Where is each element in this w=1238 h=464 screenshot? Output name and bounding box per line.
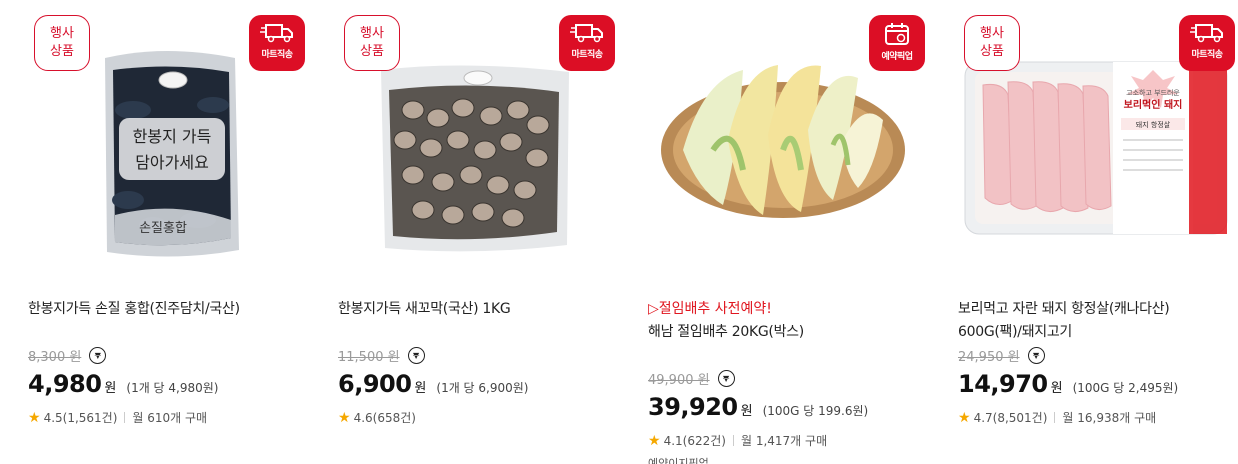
unit-price: (1개 당 6,900원) <box>436 381 529 395</box>
event-badge-line1: 행사 <box>50 26 74 41</box>
rating-value: 4.1(622건) <box>663 434 726 448</box>
delivery-truck-icon <box>570 24 603 43</box>
event-badge-line1: 행사 <box>980 26 1004 41</box>
bag-text-line2: 담아가세요 <box>135 153 209 172</box>
star-icon: ★ <box>338 409 351 426</box>
price-currency: 원 <box>414 381 427 396</box>
star-icon: ★ <box>958 409 971 426</box>
price-value: 39,920 <box>648 393 738 421</box>
product-name[interactable]: 보리먹고 자란 돼지 항정살(캐나다산) 600G(팩)/돼지고기 <box>958 298 1228 344</box>
label-line3: 돼지 항정살 <box>1136 120 1171 129</box>
price-value: 6,900 <box>338 370 412 398</box>
delivery-truck-icon <box>260 24 293 43</box>
unit-price: (100G 당 2,495원) <box>1072 381 1179 395</box>
product-name[interactable]: 한봉지가득 새꼬막(국산) 1KG <box>338 298 608 321</box>
rating-value: 4.5(1,561건) <box>43 411 118 425</box>
delivery-truck-icon <box>1190 24 1223 43</box>
original-price: 11,500 원 ▼ <box>338 346 425 365</box>
sale-price: 39,920 원 (100G 당 199.6원) <box>648 393 868 421</box>
reservation-pickup-badge: 예약픽업 <box>869 15 925 71</box>
monthly-purchases: 월 610개 구매 <box>132 411 208 425</box>
pickup-tag: 예약이지픽업 <box>648 457 709 464</box>
mart-delivery-badge: 마트직송 <box>1179 15 1235 71</box>
divider <box>124 412 126 423</box>
event-product-badge: 행사 상품 <box>344 15 400 71</box>
event-badge-line2: 상품 <box>50 44 74 59</box>
original-price-value: 49,900 원 <box>648 373 710 388</box>
mart-delivery-badge: 마트직송 <box>249 15 305 71</box>
pickup-badge-label: 예약픽업 <box>881 52 913 62</box>
monthly-purchases: 월 1,417개 구매 <box>740 434 828 448</box>
product-card-cockle[interactable]: 행사 상품 마트직송 한봉지가득 새꼬막(국산) 1KG 11,500 원 ▼ … <box>333 0 615 464</box>
original-price: 8,300 원 ▼ <box>28 346 107 365</box>
rating-row: ★ 4.6(658건) <box>338 409 416 426</box>
event-badge-line2: 상품 <box>980 44 1004 59</box>
price-info-button[interactable]: ▼ <box>407 347 425 364</box>
promo-text[interactable]: ▷절임배추 사전예약! <box>648 298 772 318</box>
product-card-pork[interactable]: 고소하고 부드러운 보리먹인 돼지 돼지 항정살 행사 상품 마트직송 보리먹고… <box>953 0 1235 464</box>
calendar-icon <box>885 23 909 45</box>
sale-price: 4,980 원 (1개 당 4,980원) <box>28 370 219 398</box>
sale-price: 14,970 원 (100G 당 2,495원) <box>958 370 1178 398</box>
event-badge-line1: 행사 <box>360 26 384 41</box>
bag-bottom-text: 손질홍합 <box>139 221 187 236</box>
original-price: 49,900 원 ▼ <box>648 369 735 388</box>
label-line1: 고소하고 부드러운 <box>1126 88 1180 97</box>
rating-row: ★ 4.5(1,561건) 월 610개 구매 <box>28 409 207 426</box>
product-name[interactable]: 한봉지가득 손질 홍합(진주담치/국산) <box>28 298 298 321</box>
delivery-badge-label: 마트직송 <box>571 50 603 60</box>
divider <box>732 435 734 446</box>
price-currency: 원 <box>740 404 753 419</box>
mart-delivery-badge: 마트직송 <box>559 15 615 71</box>
original-price-value: 8,300 원 <box>28 350 82 365</box>
product-card-mussel[interactable]: 한봉지 가득 담아가세요 손질홍합 행사 상품 마트직송 한봉지가득 손질 홍합… <box>23 0 305 464</box>
label-line2: 보리먹인 돼지 <box>1124 98 1183 111</box>
price-info-button[interactable]: ▼ <box>89 347 107 364</box>
event-badge-line2: 상품 <box>360 44 384 59</box>
star-icon: ★ <box>28 409 41 426</box>
product-image[interactable]: 한봉지 가득 담아가세요 손질홍합 행사 상품 마트직송 <box>23 0 305 270</box>
price-info-button[interactable]: ▼ <box>717 370 735 387</box>
sale-price: 6,900 원 (1개 당 6,900원) <box>338 370 529 398</box>
unit-price: (1개 당 4,980원) <box>126 381 219 395</box>
event-product-badge: 행사 상품 <box>34 15 90 71</box>
monthly-purchases: 월 16,938개 구매 <box>1062 411 1157 425</box>
price-currency: 원 <box>104 381 117 396</box>
delivery-badge-label: 마트직송 <box>261 50 293 60</box>
price-info-button[interactable]: ▼ <box>1027 347 1045 364</box>
rating-value: 4.6(658건) <box>353 411 416 425</box>
product-image[interactable]: 고소하고 부드러운 보리먹인 돼지 돼지 항정살 행사 상품 마트직송 <box>953 0 1235 270</box>
price-value: 4,980 <box>28 370 102 398</box>
bag-text-line1: 한봉지 가득 <box>133 127 212 146</box>
divider <box>1054 412 1056 423</box>
delivery-badge-label: 마트직송 <box>1191 50 1223 60</box>
product-name[interactable]: 해남 절임배추 20KG(박스) <box>648 321 918 344</box>
rating-row: ★ 4.1(622건) 월 1,417개 구매 <box>648 432 827 449</box>
unit-price: (100G 당 199.6원) <box>762 404 869 418</box>
price-currency: 원 <box>1050 381 1063 396</box>
product-card-cabbage[interactable]: 예약픽업 ▷절임배추 사전예약! 해남 절임배추 20KG(박스) 49,900… <box>643 0 925 464</box>
price-value: 14,970 <box>958 370 1048 398</box>
product-image[interactable]: 행사 상품 마트직송 <box>333 0 615 270</box>
original-price: 24,950 원 ▼ <box>958 346 1045 365</box>
rating-value: 4.7(8,501건) <box>973 411 1048 425</box>
rating-row: ★ 4.7(8,501건) 월 16,938개 구매 <box>958 409 1156 426</box>
original-price-value: 24,950 원 <box>958 350 1020 365</box>
star-icon: ★ <box>648 432 661 449</box>
event-product-badge: 행사 상품 <box>964 15 1020 71</box>
original-price-value: 11,500 원 <box>338 350 400 365</box>
product-image[interactable]: 예약픽업 <box>643 0 925 270</box>
